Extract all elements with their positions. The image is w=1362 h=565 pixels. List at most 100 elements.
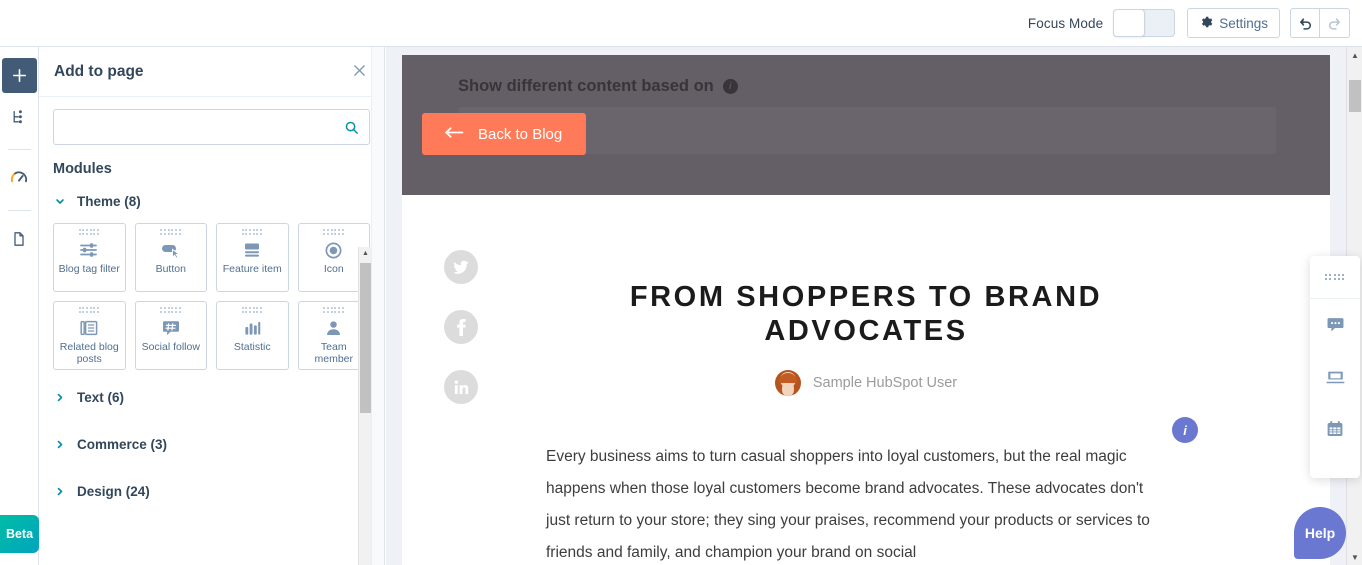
blog-article: FROM SHOPPERS TO BRAND ADVOCATES Sample … [402,195,1330,565]
canvas-scrollbar-thumb[interactable] [1349,80,1361,112]
redo-button[interactable] [1320,9,1349,37]
module-tile-label: Button [155,263,186,275]
module-group-design[interactable]: Design (24) [53,468,370,515]
back-to-blog-button[interactable]: Back to Blog [422,113,587,155]
module-group-theme[interactable]: Theme (8) [53,186,370,215]
scroll-down-icon[interactable]: ▼ [1347,549,1362,565]
avatar [774,370,801,396]
focus-mode-label: Focus Mode [1027,15,1104,31]
chevron-right-icon [55,392,65,403]
module-tile-label: Related blog posts [59,341,119,365]
social-share-rail [444,250,478,404]
author-name: Sample HubSpot User [812,375,958,391]
person-icon [324,317,343,339]
arrow-left-icon [444,126,464,143]
drag-handle-icon[interactable] [323,307,344,314]
module-group-text[interactable]: Text (6) [53,374,370,421]
panel-scroll-track [371,47,384,565]
search-icon[interactable] [344,120,359,135]
page-preview-canvas: Show different content based on i cle st… [386,47,1362,565]
modules-list: Theme (8) Blog tag filter Button Feature… [39,186,384,515]
undo-button[interactable] [1291,9,1320,37]
module-group-text-label: Text (6) [77,390,125,405]
panel-header: Add to page [39,47,384,97]
sidebar-item-page-settings[interactable] [2,221,37,256]
module-tile-statistic[interactable]: Statistic [216,301,289,370]
drag-handle-icon[interactable] [241,307,263,314]
content-editor-app: Focus Mode Settings Beta Add to page Mod… [0,0,1362,565]
info-badge-icon[interactable]: i [1172,417,1198,443]
drag-handle-icon[interactable] [160,229,181,236]
rail-divider-2 [7,210,31,211]
drag-handle-icon[interactable] [78,307,100,314]
facebook-icon[interactable] [444,310,478,344]
top-toolbar: Focus Mode Settings [0,0,1362,47]
rendered-page: Show different content based on i cle st… [402,55,1330,565]
sliders-icon [79,239,99,261]
help-button[interactable]: Help [1294,507,1346,559]
focus-mode-toggle[interactable] [1113,9,1176,37]
settings-button-label: Settings [1219,15,1268,31]
back-to-blog-label: Back to Blog [478,125,563,143]
module-tile-social-follow[interactable]: Social follow [134,301,207,370]
search-box[interactable] [53,109,370,145]
module-group-commerce-label: Commerce (3) [77,437,168,452]
circle-target-icon [324,239,343,261]
drag-handle-icon[interactable] [323,229,344,236]
module-tile-related-blog-posts[interactable]: Related blog posts [53,301,126,370]
floating-tools-panel [1310,256,1360,478]
personalization-banner-title: Show different content based on i [458,77,738,96]
chevron-right-icon [55,486,65,497]
sidebar-item-contents-tree[interactable] [2,99,37,134]
rail-divider-1 [7,149,31,150]
drag-handle-icon[interactable] [160,307,181,314]
module-tile-button[interactable]: Button [134,223,207,292]
sidebar-item-optimize[interactable] [2,160,37,195]
drag-handle-icon[interactable] [241,229,263,236]
hashtag-bubble-icon [161,317,181,339]
module-tile-label: Blog tag filter [58,263,120,275]
button-cursor-icon [160,239,182,261]
module-tile-grid: Blog tag filter Button Feature item Icon… [53,223,370,370]
bar-chart-icon [243,317,262,339]
twitter-icon[interactable] [444,250,478,284]
module-tile-feature-item[interactable]: Feature item [216,223,289,292]
module-tile-label: Feature item [222,263,282,275]
chevron-right-icon [55,439,65,450]
panel-search-area [39,97,384,145]
close-icon[interactable] [353,63,366,80]
sidebar-item-add[interactable] [1,58,37,93]
add-to-page-panel: Add to page Modules Theme (8) Blog tag f… [39,47,385,565]
scroll-up-icon[interactable]: ▲ [1347,47,1362,63]
newspaper-icon [79,317,99,339]
calendar-icon[interactable] [1310,403,1360,455]
search-input[interactable] [54,110,369,144]
panel-title: Add to page [54,62,144,80]
settings-button[interactable]: Settings [1187,8,1280,38]
banner-title-text: Show different content based on [458,77,714,95]
undo-redo-group [1290,8,1350,38]
drag-handle-icon[interactable] [1325,256,1345,298]
focus-mode-toggle-knob [1113,9,1146,37]
module-tile-blog-tag-filter[interactable]: Blog tag filter [53,223,126,292]
popup-window-icon[interactable] [1310,351,1360,403]
chevron-down-icon [55,196,65,207]
module-tile-label: Statistic [233,341,271,353]
byline: Sample HubSpot User [402,370,1330,396]
modules-scrollbar-thumb[interactable] [360,263,371,413]
modules-scrollbar[interactable]: ▲ ▼ [358,247,371,565]
article-body: Every business aims to turn casual shopp… [546,448,1150,561]
beta-badge: Beta [0,515,39,553]
info-icon[interactable]: i [722,79,738,94]
module-group-design-label: Design (24) [77,484,150,499]
feature-lines-icon [242,239,262,261]
module-tile-label: Icon [323,263,344,275]
modules-heading: Modules [53,161,112,177]
left-icon-rail: Beta [0,47,39,565]
modules-scroll-region: Theme (8) Blog tag filter Button Feature… [39,186,384,565]
module-group-commerce[interactable]: Commerce (3) [53,421,370,468]
gear-icon [1199,15,1213,32]
drag-handle-icon[interactable] [78,229,100,236]
linkedin-icon[interactable] [444,370,478,404]
chat-bubble-icon[interactable] [1310,299,1360,351]
